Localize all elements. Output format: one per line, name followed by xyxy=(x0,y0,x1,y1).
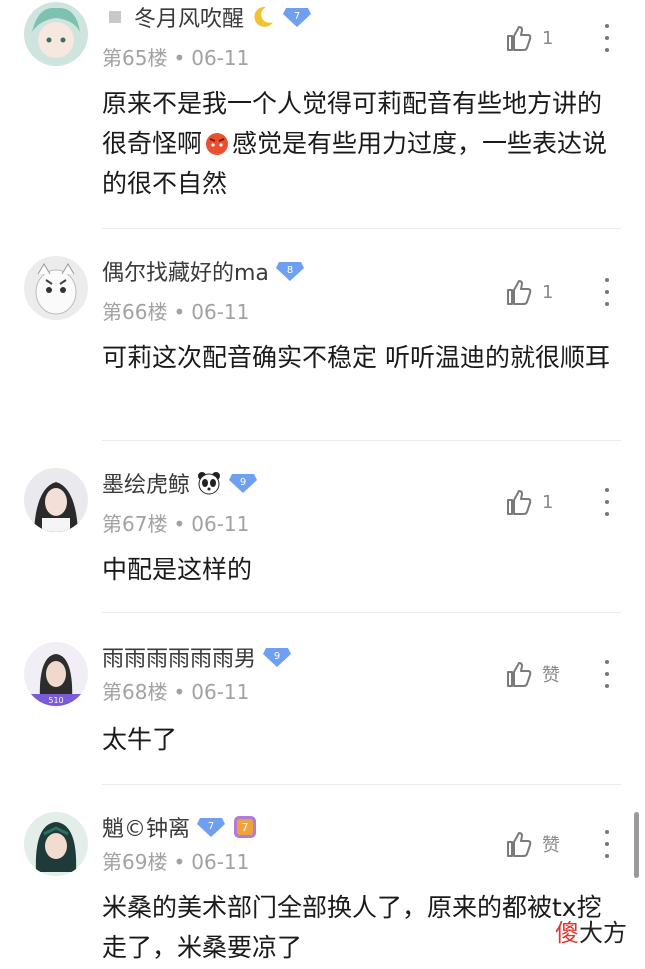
like-button[interactable]: 1 xyxy=(506,278,553,306)
username[interactable]: 魈©钟离 xyxy=(102,811,190,843)
level-badge-icon: 9 xyxy=(262,646,292,668)
comment-meta: 第67楼 • 06-11 xyxy=(102,508,249,537)
more-options-icon[interactable] xyxy=(600,278,614,306)
avatar[interactable] xyxy=(24,2,88,66)
svg-text:7: 7 xyxy=(208,821,214,832)
post-date: 06-11 xyxy=(191,300,250,324)
floor-number: 第69楼 xyxy=(102,850,168,874)
like-label: 赞 xyxy=(542,835,560,856)
thumbs-up-icon xyxy=(507,662,532,687)
level-badge-icon: 8 xyxy=(275,260,305,282)
like-button[interactable]: 赞 xyxy=(506,660,560,688)
svg-text:9: 9 xyxy=(240,477,246,488)
comment-meta: 第66楼 • 06-11 xyxy=(102,296,249,325)
comment-meta: 第65楼 • 06-11 xyxy=(102,42,249,71)
meta-separator: • xyxy=(173,680,186,704)
panda-icon xyxy=(196,470,222,496)
comment-text: 米桑的美术部门全部换人了，原来的都被tx挖走了，米桑要凉了 xyxy=(102,893,602,962)
avatar[interactable]: 510 xyxy=(24,642,88,706)
square-icon xyxy=(102,4,128,30)
comment-text: 中配是这样的 xyxy=(102,555,253,584)
comment-text: 可莉这次配音确实不稳定 听听温迪的就很顺耳 xyxy=(102,343,610,372)
avatar[interactable] xyxy=(24,468,88,532)
like-count: 1 xyxy=(542,281,554,303)
svg-text:8: 8 xyxy=(287,265,293,276)
thumbs-up-icon xyxy=(507,490,532,515)
username[interactable]: 偶尔找藏好的ma xyxy=(102,255,269,287)
like-button[interactable]: 1 xyxy=(506,24,553,52)
level-badge-icon: 9 xyxy=(228,472,258,494)
angry-face-emoji-icon xyxy=(204,128,230,155)
comment-text: 太牛了 xyxy=(102,725,178,754)
level-badge-icon: 7 xyxy=(196,816,226,838)
meta-separator: • xyxy=(173,300,186,324)
watermark: 傻大方 xyxy=(555,919,627,947)
meta-separator: • xyxy=(173,512,186,536)
floor-number: 第66楼 xyxy=(102,300,168,324)
more-options-icon[interactable] xyxy=(600,660,614,688)
more-options-icon[interactable] xyxy=(600,830,614,858)
like-count: 1 xyxy=(542,27,554,49)
meta-separator: • xyxy=(173,46,186,70)
level-badge-icon: 7 xyxy=(282,6,312,28)
like-label: 赞 xyxy=(542,665,560,686)
divider xyxy=(102,784,621,785)
crescent-moon-icon xyxy=(250,4,276,30)
svg-text:9: 9 xyxy=(274,651,280,662)
post-date: 06-11 xyxy=(191,512,250,536)
username[interactable]: 墨绘虎鲸 xyxy=(102,467,190,499)
comment-meta: 第68楼 • 06-11 xyxy=(102,676,249,705)
thumbs-up-icon xyxy=(507,280,532,305)
username[interactable]: 雨雨雨雨雨雨男 xyxy=(102,641,256,673)
divider xyxy=(102,612,621,613)
scrollbar[interactable] xyxy=(634,812,639,878)
floor-number: 第65楼 xyxy=(102,46,168,70)
rank-medal-icon: 7 xyxy=(232,814,258,840)
like-button[interactable]: 赞 xyxy=(506,830,560,858)
username[interactable]: 冬月风吹醒 xyxy=(134,1,244,33)
like-count: 1 xyxy=(542,491,554,513)
svg-text:510: 510 xyxy=(48,696,63,705)
post-date: 06-11 xyxy=(191,680,250,704)
comment-meta: 第69楼 • 06-11 xyxy=(102,846,249,875)
avatar[interactable] xyxy=(24,256,88,320)
svg-text:7: 7 xyxy=(294,11,300,22)
divider xyxy=(102,228,621,229)
like-button[interactable]: 1 xyxy=(506,488,553,516)
floor-number: 第67楼 xyxy=(102,512,168,536)
thumbs-up-icon xyxy=(507,26,532,51)
more-options-icon[interactable] xyxy=(600,488,614,516)
post-date: 06-11 xyxy=(191,850,250,874)
divider xyxy=(102,440,621,441)
thumbs-up-icon xyxy=(507,832,532,857)
floor-number: 第68楼 xyxy=(102,680,168,704)
more-options-icon[interactable] xyxy=(600,24,614,52)
avatar[interactable] xyxy=(24,812,88,876)
meta-separator: • xyxy=(173,850,186,874)
comment-text: 原来不是我一个人觉得可莉配音有些地方讲的很奇怪啊 感觉是有些用力过度，一些表达说的… xyxy=(102,89,608,198)
post-date: 06-11 xyxy=(191,46,250,70)
svg-text:7: 7 xyxy=(242,821,249,834)
